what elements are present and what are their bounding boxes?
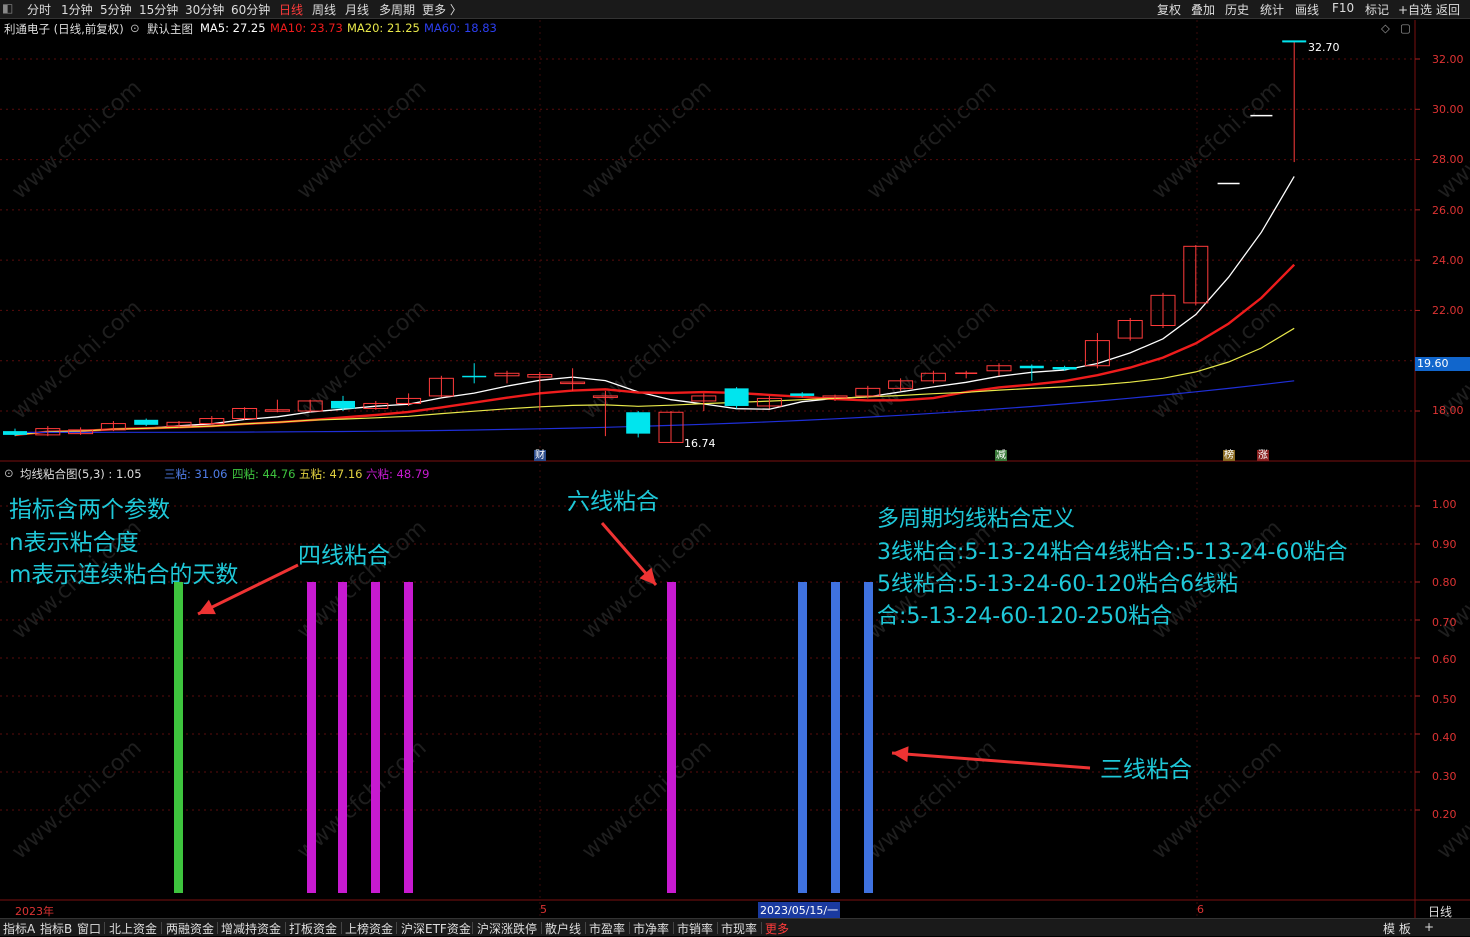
indicator-bar [831,582,840,893]
indicator-bar [307,582,316,893]
tab-northbound[interactable]: 北上资金 [109,920,157,937]
tab-ps[interactable]: 市销率 [677,920,713,937]
watermark-text: www.cfchi.com [862,296,1001,425]
price-tick: 28.00 [1432,153,1464,166]
definition-line3: 合:5-13-24-60-120-250粘合 [877,604,1173,629]
indicator-tick: 0.50 [1432,693,1457,706]
tab-indicator-a[interactable]: 指标A [3,920,35,937]
low-price-label: 16.74 [684,437,716,450]
watermark-text: www.cfchi.com [577,76,716,205]
tab-margin[interactable]: 两融资金 [166,920,214,937]
add-window-button[interactable]: + [1424,920,1434,934]
candle-body [724,388,749,406]
candle-body [1019,365,1044,369]
watermark-text: www.cfchi.com [862,76,1001,205]
definition-line1: 3线粘合:5-13-24粘合4线粘合:5-13-24-60粘合 [877,540,1348,565]
indicator-tick: 0.80 [1432,576,1457,589]
annotation-six-line: 六线粘合 [567,489,659,515]
annotation-params-line3: m表示连续粘合的天数 [9,562,239,588]
indicator-tick: 0.40 [1432,731,1457,744]
cursor-date-label: 2023/05/15/一 [758,902,841,918]
watermark-text: www.cfchi.com [292,296,431,425]
arrow-to-three-line-bars-head [892,746,909,763]
tab-window[interactable]: 窗口 [77,920,101,937]
candle-body [790,393,815,396]
template-button[interactable]: 模 板 [1383,920,1411,937]
tab-limit-board[interactable]: 打板资金 [289,920,337,937]
candle-body [626,412,651,434]
current-price-tag: 19.60 [1415,357,1470,371]
tab-pb[interactable]: 市净率 [633,920,669,937]
watermark-text: www.cfchi.com [7,296,146,425]
watermark-text: www.cfchi.com [1147,296,1286,425]
price-tick: 24.00 [1432,254,1464,267]
candle-body [3,431,27,435]
indicator-bar [338,582,347,893]
indicator-bar [404,582,413,893]
tab-limit-stats[interactable]: 沪深涨跌停 [477,920,537,937]
date-axis: 2023年 5 6 2023/05/15/一 [0,902,1415,918]
watermark-text: www.cfchi.com [577,736,716,865]
price-tick: 22.00 [1432,304,1464,317]
candle-body [462,375,487,378]
annotation-params-line1: 指标含两个参数 [9,497,170,523]
price-tick: 30.00 [1432,103,1464,116]
definition-line2: 5线粘合:5-13-24-60-120粘合6线粘 [877,572,1239,597]
tab-holding-change[interactable]: 增减持资金 [221,920,281,937]
tab-pe[interactable]: 市盈率 [589,920,625,937]
watermark-text: www.cfchi.com [1432,736,1470,865]
indicator-bar [667,582,676,893]
tab-pcf[interactable]: 市现率 [721,920,757,937]
price-tick: 32.00 [1432,53,1464,66]
indicator-bar [864,582,873,893]
indicator-tick: 0.70 [1432,616,1457,629]
may-label: 5 [540,903,547,916]
price-tick: 18.00 [1432,404,1464,417]
indicator-tick: 0.90 [1432,538,1457,551]
ma5-line [14,176,1295,436]
year-label: 2023年 [15,905,54,918]
watermark-text: www.cfchi.com [7,76,146,205]
tab-top-list[interactable]: 上榜资金 [345,920,393,937]
indicator-bar [371,582,380,893]
indicator-bar [798,582,807,893]
indicator-tab-bar: 指标A 指标B 窗口 北上资金 两融资金 增减持资金 打板资金 上榜资金 沪深E… [0,918,1470,936]
tab-indicator-b[interactable]: 指标B [40,920,72,937]
event-mark-limit-up[interactable]: 涨 [1257,450,1269,461]
watermark-text: www.cfchi.com [292,76,431,205]
annotation-three-line: 三线粘合 [1100,757,1192,783]
candle-body [134,419,159,425]
annotation-four-line: 四线粘合 [298,543,390,569]
indicator-tick: 0.60 [1432,653,1457,666]
watermark-text: www.cfchi.com [1147,76,1286,205]
watermark-text: www.cfchi.com [1432,76,1470,205]
high-price-label: 32.70 [1308,41,1340,54]
event-mark-reduce[interactable]: 减 [995,450,1007,461]
tab-etf[interactable]: 沪深ETF资金 [401,920,471,937]
annotation-params-line2: n表示粘合度 [9,530,139,556]
june-label: 6 [1197,903,1204,916]
tab-retail-line[interactable]: 散户线 [545,920,581,937]
candle-body [1052,367,1077,370]
candle-body [331,400,355,409]
indicator-tick: 0.30 [1432,770,1457,783]
tab-more[interactable]: 更多 [765,920,789,937]
watermark-text: www.cfchi.com [7,736,146,865]
indicator-tick: 0.20 [1432,808,1457,821]
definition-title: 多周期均线粘合定义 [877,507,1076,532]
indicator-tick: 1.00 [1432,498,1457,511]
indicator-bar [174,582,183,893]
price-tick: 26.00 [1432,204,1464,217]
event-mark-rank[interactable]: 榜 [1223,450,1235,461]
event-mark-finance[interactable]: 财 [534,450,546,461]
kline-chart[interactable]: www.cfchi.com www.cfchi.com www.cfchi.com w… [0,0,1470,935]
